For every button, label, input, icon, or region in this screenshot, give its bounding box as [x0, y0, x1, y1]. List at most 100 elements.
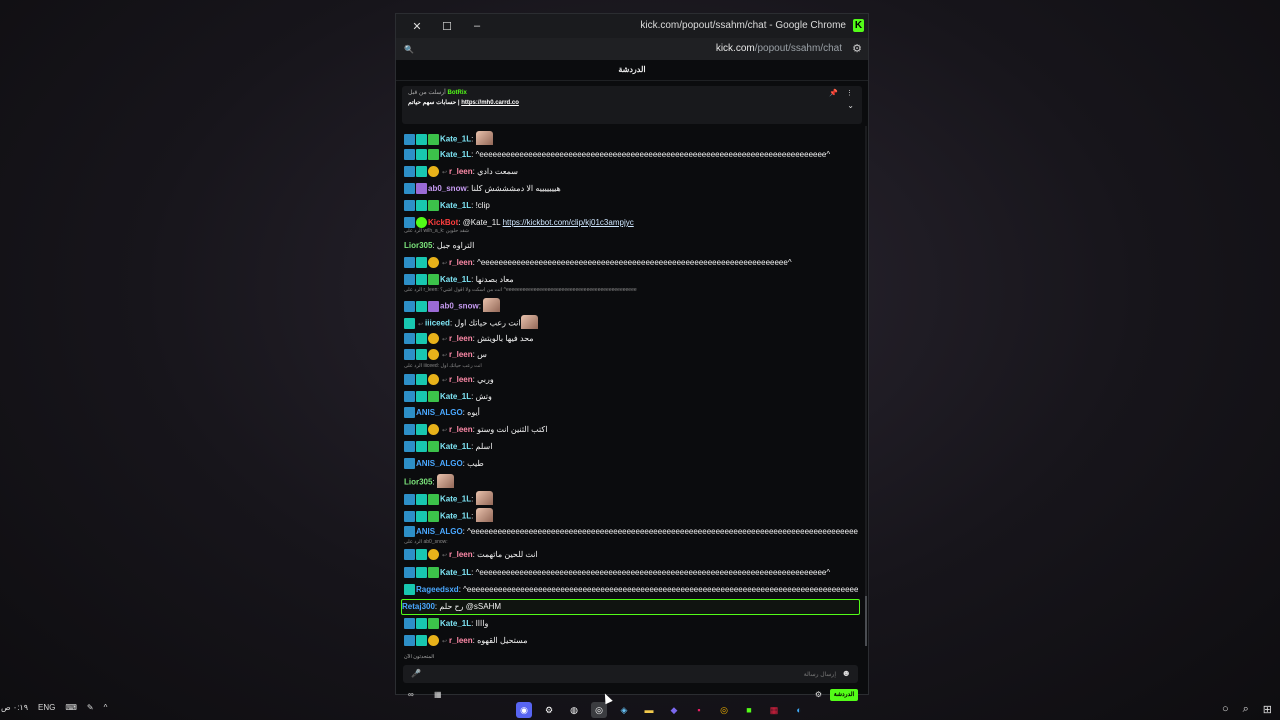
reply-context[interactable]: الرد على r_leen: انت من اسكت ولا اقول اش…	[404, 286, 637, 294]
blue-badge-icon[interactable]	[404, 274, 415, 286]
keyboard-icon[interactable]: ⌨	[65, 703, 77, 712]
chat-message[interactable]: Kate_1L: ^eeeeeeeeeeeeeeeeeeeeeeeeeeeeee…	[404, 148, 858, 162]
chat-username[interactable]: Kate_1L	[440, 392, 471, 401]
chat-message[interactable]: ab0_snow:	[404, 298, 858, 312]
gold-badge-icon[interactable]	[428, 374, 439, 386]
teal-badge-icon[interactable]	[416, 257, 427, 269]
purple-badge-icon[interactable]	[428, 300, 439, 312]
green-badge-icon[interactable]	[428, 200, 439, 212]
chat-username[interactable]: Kate_1L	[440, 512, 471, 521]
more-options-icon[interactable]: ⋮	[846, 89, 853, 97]
chat-username[interactable]: r_leen	[449, 350, 473, 359]
emote-image[interactable]	[520, 315, 538, 329]
chat-username[interactable]: ANIS_ALGO	[416, 459, 463, 468]
gold-badge-icon[interactable]	[428, 257, 439, 269]
chat-message[interactable]: Lior305: التراوه جبل	[404, 239, 858, 253]
chat-username[interactable]: Kate_1L	[440, 442, 471, 451]
chat-message[interactable]: ↩ r_leen: ^eeeeeeeeeeeeeeeeeeeeeeeeeeeeee…	[404, 256, 858, 270]
chat-message-list[interactable]: Kate_1L: Kate_1L: ^eeeeeeeeeeeeeeeeeeeee…	[396, 126, 868, 656]
kick-app-icon[interactable]: ■	[741, 702, 757, 718]
chat-username[interactable]: Kate_1L	[440, 495, 471, 504]
chat-username[interactable]: r_leen	[449, 375, 473, 384]
chat-username[interactable]: Kate_1L	[440, 135, 471, 144]
purple-badge-icon[interactable]	[416, 183, 427, 195]
teal-badge-icon[interactable]	[416, 549, 427, 561]
chat-username[interactable]: Kate_1L	[440, 619, 471, 628]
blue-badge-icon[interactable]	[404, 618, 415, 630]
teal-badge-icon[interactable]	[416, 300, 427, 312]
green-badge-icon[interactable]	[428, 567, 439, 579]
chat-username[interactable]: Kate_1L	[440, 568, 471, 577]
chat-message[interactable]: Lior305:	[404, 474, 858, 488]
chat-input[interactable]: 🎤 إرسال رسالة ☻	[403, 665, 858, 683]
chat-username[interactable]: Rageedsxd	[416, 585, 459, 594]
chat-username[interactable]: r_leen	[449, 636, 473, 645]
chat-username[interactable]: KickBot	[428, 218, 458, 227]
blue-badge-icon[interactable]	[404, 635, 415, 647]
teal-badge-icon[interactable]	[416, 149, 427, 161]
chat-username[interactable]: ab0_snow	[428, 184, 467, 193]
blue-badge-icon[interactable]	[404, 333, 415, 345]
emote-image[interactable]	[475, 508, 493, 522]
blue-badge-icon[interactable]	[404, 133, 415, 145]
chat-username[interactable]: iiiceed	[425, 319, 450, 328]
reply-context[interactable]: الرد على wilh_a_k: شقد حلوين	[404, 227, 469, 235]
chat-message[interactable]: Kate_1L:	[404, 508, 858, 522]
chat-message[interactable]: ↩ r_leen: س	[404, 348, 858, 362]
settings-gear-icon[interactable]: ⚙	[815, 690, 822, 699]
search-taskbar-icon[interactable]: ⌕	[1243, 703, 1249, 716]
chat-username[interactable]: Lior305	[404, 241, 432, 250]
windows-start-icon[interactable]: ⊞	[1263, 703, 1272, 716]
emote-image[interactable]	[475, 491, 493, 505]
search-icon[interactable]: 🔍	[404, 45, 414, 54]
site-settings-icon[interactable]: ⚙	[852, 42, 862, 55]
reply-context[interactable]: الرد على ab0_snow:	[404, 538, 448, 546]
chat-username[interactable]: r_leen	[449, 550, 473, 559]
chat-username[interactable]: Lior305	[404, 478, 432, 487]
link-icon[interactable]: ∞	[408, 690, 414, 699]
chat-message[interactable]: Kate_1L: واااا	[404, 617, 858, 631]
chat-message[interactable]: Kate_1L:	[404, 491, 858, 505]
url-text[interactable]: kick.com/popout/ssahm/chat	[716, 43, 842, 54]
chat-message[interactable]: ↩ r_leen: انت للحين ماتهمت	[404, 548, 858, 562]
pinned-link[interactable]: https://mh0.carrd.co	[461, 100, 519, 106]
blue-badge-icon[interactable]	[404, 200, 415, 212]
blue-badge-icon[interactable]	[404, 391, 415, 403]
green-badge-icon[interactable]	[428, 274, 439, 286]
chat-username[interactable]: r_leen	[449, 425, 473, 434]
chevron-up-icon[interactable]: ^	[104, 703, 108, 712]
pinned-message[interactable]: أرسلت من قبل BotRix حسابات سهم حياتم | h…	[402, 86, 862, 124]
chat-message[interactable]: Kate_1L: معاد بصدنها	[404, 273, 858, 287]
gold-badge-icon[interactable]	[428, 635, 439, 647]
maximize-window-button[interactable]: ☐	[432, 20, 462, 33]
chat-message[interactable]: KickBot: @Kate_1L https://kickbot.com/cl…	[404, 216, 858, 230]
grid-app-icon[interactable]: ▦	[766, 702, 782, 718]
close-window-button[interactable]: ✕	[402, 20, 432, 33]
chevron-down-icon[interactable]: ⌄	[847, 101, 854, 110]
blue-badge-icon[interactable]	[404, 549, 415, 561]
chat-username[interactable]: Retaj300	[402, 602, 435, 611]
teal-badge-icon[interactable]	[416, 635, 427, 647]
chat-message[interactable]: ↩ r_leen: وربي	[404, 373, 858, 387]
green-badge-icon[interactable]	[428, 510, 439, 522]
teal-badge-icon[interactable]	[416, 200, 427, 212]
pin-icon[interactable]: 📌	[829, 89, 838, 97]
chat-username[interactable]: Kate_1L	[440, 150, 471, 159]
language-indicator[interactable]: ENG	[38, 703, 55, 712]
teal-badge-icon[interactable]	[416, 424, 427, 436]
blue-badge-icon[interactable]	[404, 424, 415, 436]
gold-badge-icon[interactable]	[428, 549, 439, 561]
blue-badge-icon[interactable]	[404, 441, 415, 453]
chat-message[interactable]: ↩ r_leen: سمعت دادي	[404, 165, 858, 179]
chat-username[interactable]: ANIS_ALGO	[416, 408, 463, 417]
blue-badge-icon[interactable]	[404, 567, 415, 579]
green-badge-icon[interactable]	[428, 149, 439, 161]
chat-message[interactable]: ANIS_ALGO: ^eeeeeeeeeeeeeeeeeeeeeeeeeeee…	[404, 525, 858, 539]
chat-username[interactable]: r_leen	[449, 167, 473, 176]
chat-message[interactable]: Kate_1L: وتش	[404, 390, 858, 404]
app2-icon[interactable]: ▪	[691, 702, 707, 718]
clock[interactable]: ٠:١٩ ص	[1, 703, 28, 712]
chat-username[interactable]: r_leen	[449, 258, 473, 267]
teal-badge-icon[interactable]	[416, 493, 427, 505]
chat-message[interactable]: ↩ r_leen: اكتب الثنين انت وستو	[404, 423, 858, 437]
